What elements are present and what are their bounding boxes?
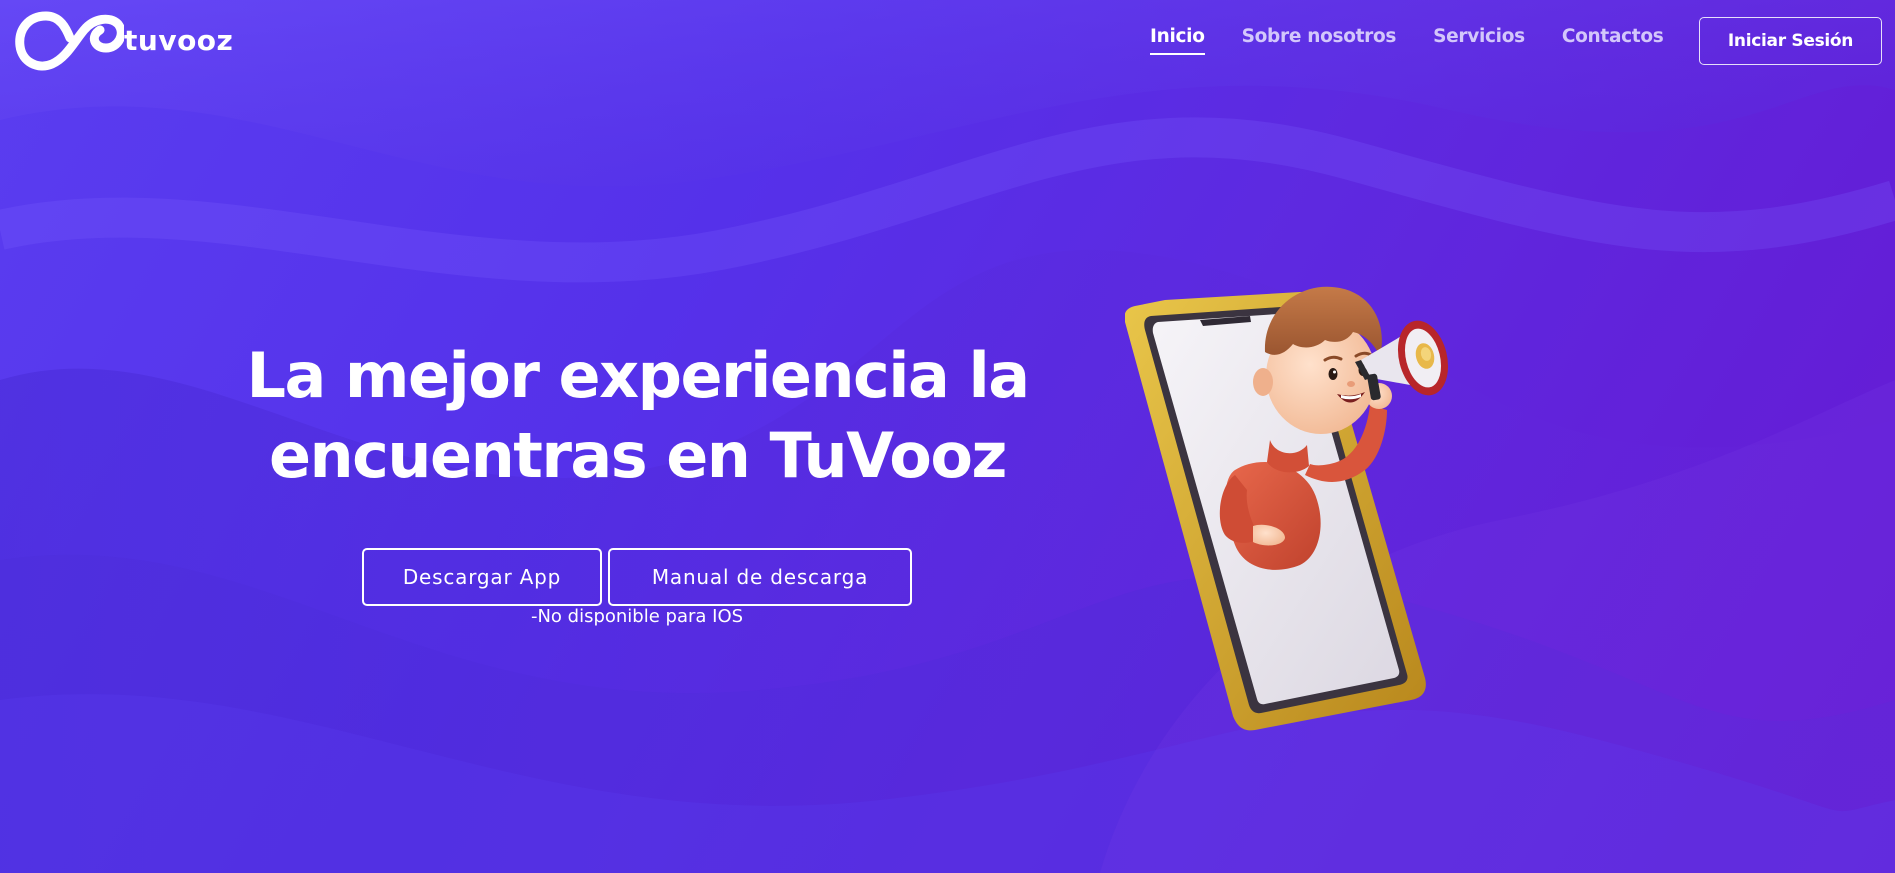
nav-item-servicios[interactable]: Servicios bbox=[1433, 26, 1525, 55]
cta-group: Descargar App Manual de descarga bbox=[362, 548, 912, 606]
download-manual-button[interactable]: Manual de descarga bbox=[608, 548, 912, 606]
main-nav: Inicio Sobre nosotros Servicios Contacto… bbox=[1150, 26, 1664, 55]
ios-unavailable-note: -No disponible para IOS bbox=[530, 606, 744, 627]
hero-headline-line-2: encuentras en TuVooz bbox=[268, 419, 1008, 492]
hero-headline: La mejor experiencia la encuentras en Tu… bbox=[230, 336, 1045, 496]
nav-item-contactos[interactable]: Contactos bbox=[1562, 26, 1664, 55]
nav-item-sobre-nosotros[interactable]: Sobre nosotros bbox=[1242, 26, 1397, 55]
hero-section: tuvooz Inicio Sobre nosotros Servicios C… bbox=[0, 0, 1895, 873]
nav-item-inicio[interactable]: Inicio bbox=[1150, 26, 1205, 55]
brand-logo[interactable]: tuvooz bbox=[14, 8, 233, 74]
boy-with-megaphone-in-phone-illustration bbox=[1125, 286, 1449, 731]
hero-headline-line-1: La mejor experiencia la bbox=[246, 339, 1030, 412]
infinity-logo-icon bbox=[15, 11, 124, 71]
login-button[interactable]: Iniciar Sesión bbox=[1699, 17, 1882, 65]
download-app-button[interactable]: Descargar App bbox=[362, 548, 602, 606]
brand-name: tuvooz bbox=[124, 23, 234, 57]
